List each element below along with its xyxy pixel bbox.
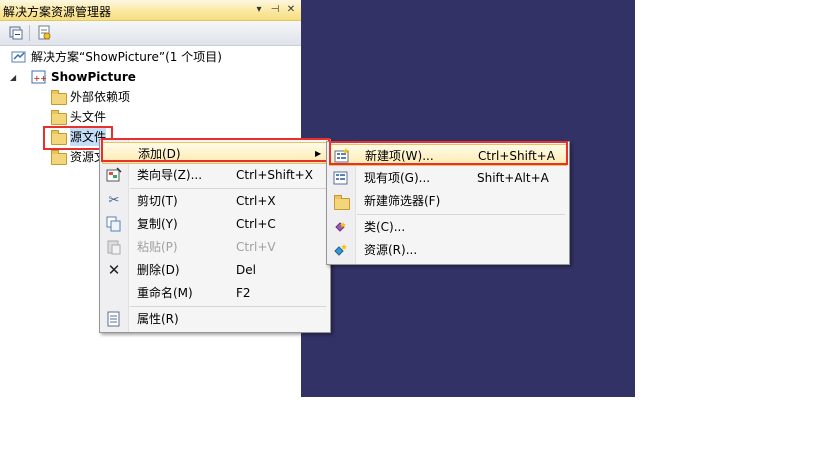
menu-separator bbox=[357, 214, 565, 215]
menu-separator bbox=[130, 188, 326, 189]
svg-text:++: ++ bbox=[34, 74, 47, 83]
menu-item-paste[interactable]: 粘贴(P) Ctrl+V bbox=[102, 236, 328, 258]
menu-item-label: 剪切(T) bbox=[137, 194, 178, 208]
menu-item-delete[interactable]: ✕ 删除(D) Del bbox=[102, 259, 328, 281]
menu-item-label: 类向导(Z)... bbox=[137, 168, 203, 182]
menu-item-label: 新建筛选器(F) bbox=[364, 194, 441, 208]
properties-page-icon[interactable] bbox=[36, 25, 52, 41]
panel-title: 解决方案资源管理器 bbox=[3, 5, 112, 19]
menu-item-label: 粘贴(P) bbox=[137, 240, 178, 254]
menu-item-label: 复制(Y) bbox=[137, 217, 178, 231]
scissors-icon: ✂ bbox=[108, 193, 120, 208]
auto-hide-pin-icon[interactable]: ⊣ bbox=[268, 3, 282, 17]
tree-folder-header-files[interactable]: 头文件 bbox=[50, 108, 250, 126]
submenu-arrow-icon: ▶ bbox=[315, 149, 322, 158]
folder-label: 外部依赖项 bbox=[70, 90, 131, 104]
folder-icon bbox=[50, 129, 67, 145]
menu-item-shortcut: Ctrl+C bbox=[236, 217, 276, 231]
folder-icon bbox=[50, 149, 67, 165]
menu-item-copy[interactable]: 复制(Y) Ctrl+C bbox=[102, 213, 328, 235]
panel-toolbar bbox=[0, 21, 301, 46]
menu-item-label: 类(C)... bbox=[364, 220, 406, 234]
collapse-all-icon[interactable] bbox=[8, 25, 24, 41]
menu-item-shortcut: Del bbox=[236, 263, 256, 277]
new-item-icon bbox=[334, 148, 349, 163]
copy-icon bbox=[106, 216, 121, 232]
menu-item-shortcut: F2 bbox=[236, 286, 251, 300]
solution-icon bbox=[11, 51, 26, 63]
menu-item-label: 现有项(G)... bbox=[364, 171, 431, 185]
tree-solution-node[interactable]: 解决方案“ShowPicture”(1 个项目) bbox=[11, 48, 291, 66]
project-label: ShowPicture bbox=[51, 70, 136, 84]
context-menu: 添加(D) ▶ 类向导(Z)... Ctrl+Shift+X ✂ 剪切(T) C… bbox=[99, 139, 331, 333]
menu-item-rename[interactable]: 重命名(M) F2 bbox=[102, 282, 328, 304]
toolbar-separator bbox=[29, 25, 30, 41]
menu-item-label: 属性(R) bbox=[137, 312, 179, 326]
menu-item-label: 新建项(W)... bbox=[365, 149, 434, 163]
menu-item-shortcut: Ctrl+V bbox=[236, 240, 276, 254]
new-filter-folder-icon bbox=[333, 193, 350, 210]
existing-item-icon bbox=[333, 171, 348, 185]
add-submenu: 新建项(W)... Ctrl+Shift+A 现有项(G)... Shift+A… bbox=[326, 141, 570, 265]
resource-icon bbox=[334, 244, 347, 256]
vc-project-icon: ++ bbox=[31, 70, 47, 84]
menu-item-add[interactable]: 添加(D) ▶ bbox=[102, 142, 328, 164]
submenu-item-class[interactable]: 类(C)... bbox=[329, 216, 567, 238]
solution-label: 解决方案“ShowPicture”(1 个项目) bbox=[31, 50, 222, 64]
menu-item-label: 删除(D) bbox=[137, 263, 180, 277]
submenu-item-resource[interactable]: 资源(R)... bbox=[329, 239, 567, 261]
submenu-item-existing-item[interactable]: 现有项(G)... Shift+Alt+A bbox=[329, 167, 567, 189]
menu-separator bbox=[130, 306, 326, 307]
external-dependencies-folder-icon bbox=[50, 89, 67, 105]
menu-item-label: 添加(D) bbox=[138, 147, 181, 161]
tree-folder-external-deps[interactable]: 外部依赖项 bbox=[50, 88, 250, 106]
menu-item-shortcut: Shift+Alt+A bbox=[477, 171, 549, 185]
panel-title-bar: 解决方案资源管理器 ▾ ⊣ ✕ bbox=[0, 0, 301, 21]
menu-item-shortcut: Ctrl+Shift+X bbox=[236, 168, 313, 182]
menu-item-shortcut: Ctrl+Shift+A bbox=[478, 149, 555, 163]
menu-item-class-wizard[interactable]: 类向导(Z)... Ctrl+Shift+X bbox=[102, 164, 328, 186]
expand-arrow-icon[interactable]: ◢ bbox=[10, 73, 16, 82]
class-icon bbox=[335, 222, 346, 232]
folder-icon bbox=[50, 109, 67, 125]
menu-item-properties[interactable]: 属性(R) bbox=[102, 308, 328, 330]
close-icon[interactable]: ✕ bbox=[284, 3, 298, 17]
paste-icon bbox=[107, 240, 121, 255]
tree-project-node[interactable]: ++ ShowPicture bbox=[31, 68, 231, 86]
properties-icon bbox=[107, 311, 120, 327]
delete-x-icon: ✕ bbox=[107, 261, 121, 279]
menu-item-shortcut: Ctrl+X bbox=[236, 194, 276, 208]
window-position-dropdown-icon[interactable]: ▾ bbox=[252, 3, 266, 17]
class-wizard-icon bbox=[106, 167, 122, 182]
menu-item-label: 重命名(M) bbox=[137, 286, 193, 300]
menu-item-label: 资源(R)... bbox=[364, 243, 418, 257]
folder-label: 头文件 bbox=[70, 110, 107, 124]
submenu-item-new-item[interactable]: 新建项(W)... Ctrl+Shift+A bbox=[329, 144, 567, 166]
menu-item-cut[interactable]: ✂ 剪切(T) Ctrl+X bbox=[102, 190, 328, 212]
submenu-item-new-filter[interactable]: 新建筛选器(F) bbox=[329, 190, 567, 212]
